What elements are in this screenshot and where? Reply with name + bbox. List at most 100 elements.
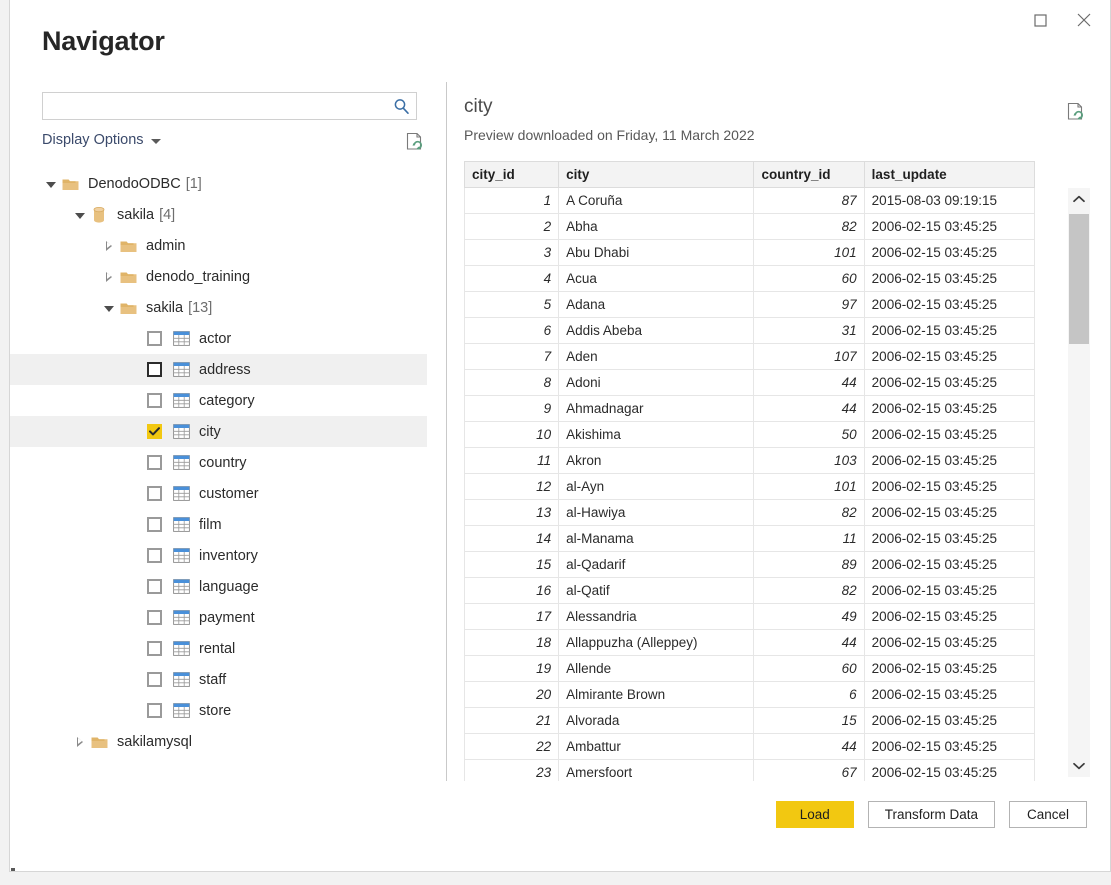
table-row[interactable]: 18Allappuzha (Alleppey)442006-02-15 03:4… [465, 630, 1035, 656]
tree-item-city[interactable]: city [10, 416, 427, 447]
tree-item-sakilamysql[interactable]: sakilamysql [10, 726, 427, 757]
tree-item-staff[interactable]: staff [10, 664, 427, 695]
tree-item-address[interactable]: address [10, 354, 427, 385]
table-row[interactable]: 16al-Qatif822006-02-15 03:45:25 [465, 578, 1035, 604]
table-row[interactable]: 5Adana972006-02-15 03:45:25 [465, 292, 1035, 318]
cell-city: A Coruña [559, 188, 754, 214]
scroll-down-button[interactable] [1068, 755, 1090, 777]
tree-item-label: language [199, 579, 259, 595]
table-row[interactable]: 23Amersfoort672006-02-15 03:45:25 [465, 760, 1035, 782]
cell-country_id: 44 [754, 370, 864, 396]
expander-open-icon[interactable] [71, 206, 89, 224]
column-header-country_id[interactable]: country_id [754, 162, 864, 188]
table-row[interactable]: 6Addis Abeba312006-02-15 03:45:25 [465, 318, 1035, 344]
refresh-preview-button-right[interactable] [1063, 98, 1089, 124]
tree-item-language[interactable]: language [10, 571, 427, 602]
table-row[interactable]: 21Alvorada152006-02-15 03:45:25 [465, 708, 1035, 734]
tree-item-checkbox[interactable] [147, 672, 162, 687]
preview-title: city [464, 96, 493, 118]
tree-item-checkbox[interactable] [147, 579, 162, 594]
cell-country_id: 6 [754, 682, 864, 708]
cell-country_id: 89 [754, 552, 864, 578]
tree-item-checkbox[interactable] [147, 641, 162, 656]
tree-item-checkbox[interactable] [147, 331, 162, 346]
tree-item-checkbox[interactable] [147, 362, 162, 377]
tree-item-checkbox[interactable] [147, 610, 162, 625]
column-header-city[interactable]: city [559, 162, 754, 188]
table-row[interactable]: 17Alessandria492006-02-15 03:45:25 [465, 604, 1035, 630]
table-row[interactable]: 14al-Manama112006-02-15 03:45:25 [465, 526, 1035, 552]
tree-item-checkbox[interactable] [147, 517, 162, 532]
table-row[interactable]: 10Akishima502006-02-15 03:45:25 [465, 422, 1035, 448]
search-input[interactable] [43, 93, 386, 119]
close-icon [1077, 13, 1091, 27]
tree-item-actor[interactable]: actor [10, 323, 427, 354]
load-button[interactable]: Load [776, 801, 854, 828]
scroll-up-button[interactable] [1068, 188, 1090, 210]
search-icon[interactable] [386, 98, 416, 115]
table-row[interactable]: 8Adoni442006-02-15 03:45:25 [465, 370, 1035, 396]
table-row[interactable]: 2Abha822006-02-15 03:45:25 [465, 214, 1035, 240]
expander-spacer [129, 485, 147, 503]
tree-item-payment[interactable]: payment [10, 602, 427, 633]
column-header-last_update[interactable]: last_update [864, 162, 1034, 188]
table-row[interactable]: 9Ahmadnagar442006-02-15 03:45:25 [465, 396, 1035, 422]
tree-item-count: [4] [159, 207, 175, 223]
tree-item-customer[interactable]: customer [10, 478, 427, 509]
table-row[interactable]: 15al-Qadarif892006-02-15 03:45:25 [465, 552, 1035, 578]
tree-item-sakila[interactable]: sakila[13] [10, 292, 427, 323]
tree-item-inventory[interactable]: inventory [10, 540, 427, 571]
preview-grid-container[interactable]: city_idcitycountry_idlast_update 1A Coru… [464, 161, 1035, 781]
column-header-city_id[interactable]: city_id [465, 162, 559, 188]
tree-item-store[interactable]: store [10, 695, 427, 726]
table-row[interactable]: 22Ambattur442006-02-15 03:45:25 [465, 734, 1035, 760]
tree-item-checkbox[interactable] [147, 548, 162, 563]
cell-last_update: 2006-02-15 03:45:25 [864, 448, 1034, 474]
tree-item-label: city [199, 424, 221, 440]
refresh-preview-button-left[interactable] [402, 128, 428, 154]
maximize-button[interactable] [1018, 2, 1062, 38]
expander-open-icon[interactable] [100, 299, 118, 317]
preview-vertical-scrollbar[interactable] [1068, 188, 1090, 777]
tree-item-checkbox[interactable] [147, 486, 162, 501]
tree-item-denodoodbc[interactable]: DenodoODBC[1] [10, 168, 427, 199]
display-options-dropdown[interactable]: Display Options [42, 132, 161, 148]
cell-country_id: 97 [754, 292, 864, 318]
table-row[interactable]: 12al-Ayn1012006-02-15 03:45:25 [465, 474, 1035, 500]
cell-last_update: 2006-02-15 03:45:25 [864, 240, 1034, 266]
table-row[interactable]: 20Almirante Brown62006-02-15 03:45:25 [465, 682, 1035, 708]
tree-item-checkbox[interactable] [147, 703, 162, 718]
table-row[interactable]: 4Acua602006-02-15 03:45:25 [465, 266, 1035, 292]
tree-item-country[interactable]: country [10, 447, 427, 478]
table-row[interactable]: 7Aden1072006-02-15 03:45:25 [465, 344, 1035, 370]
tree-item-admin[interactable]: admin [10, 230, 427, 261]
table-row[interactable]: 11Akron1032006-02-15 03:45:25 [465, 448, 1035, 474]
table-icon [171, 423, 191, 441]
table-icon [171, 547, 191, 565]
table-row[interactable]: 19Allende602006-02-15 03:45:25 [465, 656, 1035, 682]
tree-item-category[interactable]: category [10, 385, 427, 416]
expander-collapsed-icon[interactable] [100, 237, 118, 255]
transform-data-button[interactable]: Transform Data [868, 801, 995, 828]
cell-city_id: 21 [465, 708, 559, 734]
table-row[interactable]: 1A Coruña872015-08-03 09:19:15 [465, 188, 1035, 214]
tree-item-denodo-training[interactable]: denodo_training [10, 261, 427, 292]
tree-item-label: category [199, 393, 255, 409]
cancel-button[interactable]: Cancel [1009, 801, 1087, 828]
table-row[interactable]: 13al-Hawiya822006-02-15 03:45:25 [465, 500, 1035, 526]
expander-collapsed-icon[interactable] [100, 268, 118, 286]
tree-item-film[interactable]: film [10, 509, 427, 540]
scrollbar-thumb[interactable] [1069, 214, 1089, 344]
cell-last_update: 2006-02-15 03:45:25 [864, 214, 1034, 240]
tree-item-checkbox[interactable] [147, 424, 162, 439]
tree-item-rental[interactable]: rental [10, 633, 427, 664]
tree-item-checkbox[interactable] [147, 393, 162, 408]
expander-open-icon[interactable] [42, 175, 60, 193]
expander-collapsed-icon[interactable] [71, 733, 89, 751]
close-button[interactable] [1062, 2, 1106, 38]
table-row[interactable]: 3Abu Dhabi1012006-02-15 03:45:25 [465, 240, 1035, 266]
tree-item-checkbox[interactable] [147, 455, 162, 470]
search-box[interactable] [42, 92, 417, 120]
database-tree[interactable]: DenodoODBC[1]sakila[4]admindenodo_traini… [10, 168, 427, 781]
tree-item-sakila[interactable]: sakila[4] [10, 199, 427, 230]
